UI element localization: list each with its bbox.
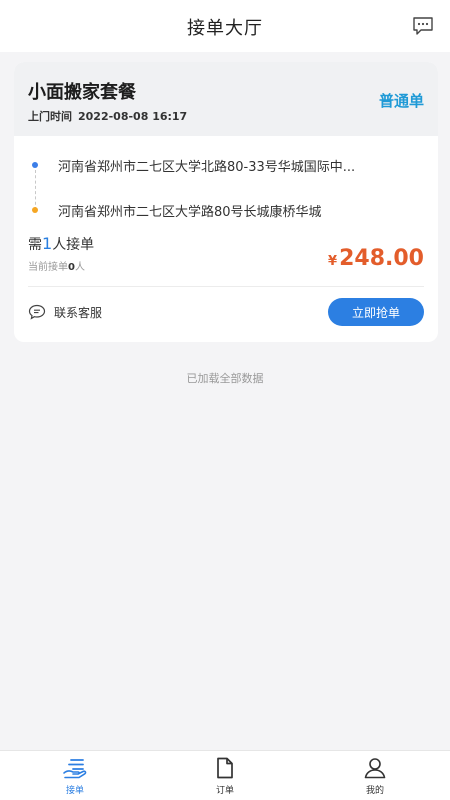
card-divider	[28, 286, 424, 287]
current-count: 0	[68, 262, 75, 273]
current-accepted: 当前接单0人	[28, 258, 85, 273]
message-button[interactable]	[412, 16, 434, 36]
end-address: 河南省郑州市二七区大学路80号长城康桥华城	[58, 205, 322, 220]
order-type-badge: 普通单	[378, 92, 424, 110]
start-point-dot	[32, 162, 38, 168]
chat-icon	[28, 304, 46, 320]
tab-mine[interactable]: 我的	[330, 755, 420, 799]
required-workers: 需1人接单	[28, 234, 94, 254]
price-amount: 248.00	[339, 246, 424, 271]
need-count: 1	[42, 234, 53, 253]
price-symbol: ¥	[328, 254, 338, 269]
route-connector	[35, 170, 36, 210]
visit-time-value: 2022-08-08 16:17	[78, 110, 188, 123]
start-address: 河南省郑州市二七区大学北路80-33号华城国际中...	[58, 160, 356, 175]
tab-orders-label: 订单	[215, 786, 234, 796]
need-suffix: 人接单	[52, 237, 95, 253]
order-hall-page: 接单大厅 小面搬家套餐 上门时间 2022-08-08 16:17 普通单 河南省…	[0, 0, 450, 800]
need-prefix: 需	[28, 237, 42, 253]
chat-bubble-icon	[413, 17, 433, 35]
tab-mine-label: 我的	[365, 786, 384, 796]
tab-order-hall-label: 接单	[65, 786, 84, 796]
order-card-header: 小面搬家套餐 上门时间 2022-08-08 16:17 普通单	[14, 62, 438, 136]
tab-orders[interactable]: 订单	[180, 755, 270, 799]
tab-order-hall[interactable]: 接单	[30, 755, 120, 799]
grab-order-button[interactable]: 立即抢单	[328, 298, 424, 326]
contact-service-label: 联系客服	[54, 305, 103, 320]
bottom-tabbar: 接单 订单 我的	[0, 750, 450, 800]
top-navbar: 接单大厅	[0, 0, 450, 52]
visit-time: 上门时间 2022-08-08 16:17	[28, 108, 193, 124]
contact-service-link[interactable]: 联系客服	[28, 300, 102, 324]
current-prefix: 当前接单	[28, 262, 68, 273]
order-card[interactable]: 小面搬家套餐 上门时间 2022-08-08 16:17 普通单 河南省郑州市二七…	[14, 62, 438, 342]
order-title: 小面搬家套餐	[28, 82, 136, 103]
document-icon	[217, 757, 233, 779]
current-suffix: 人	[74, 262, 85, 273]
list-end-status: 已加载全部数据	[186, 372, 264, 385]
user-icon	[364, 758, 386, 779]
end-point-dot	[32, 207, 38, 213]
order-price: ¥248.00	[328, 246, 424, 271]
visit-time-label: 上门时间	[28, 110, 72, 123]
hand-list-icon	[63, 759, 87, 779]
page-title: 接单大厅	[187, 18, 263, 39]
